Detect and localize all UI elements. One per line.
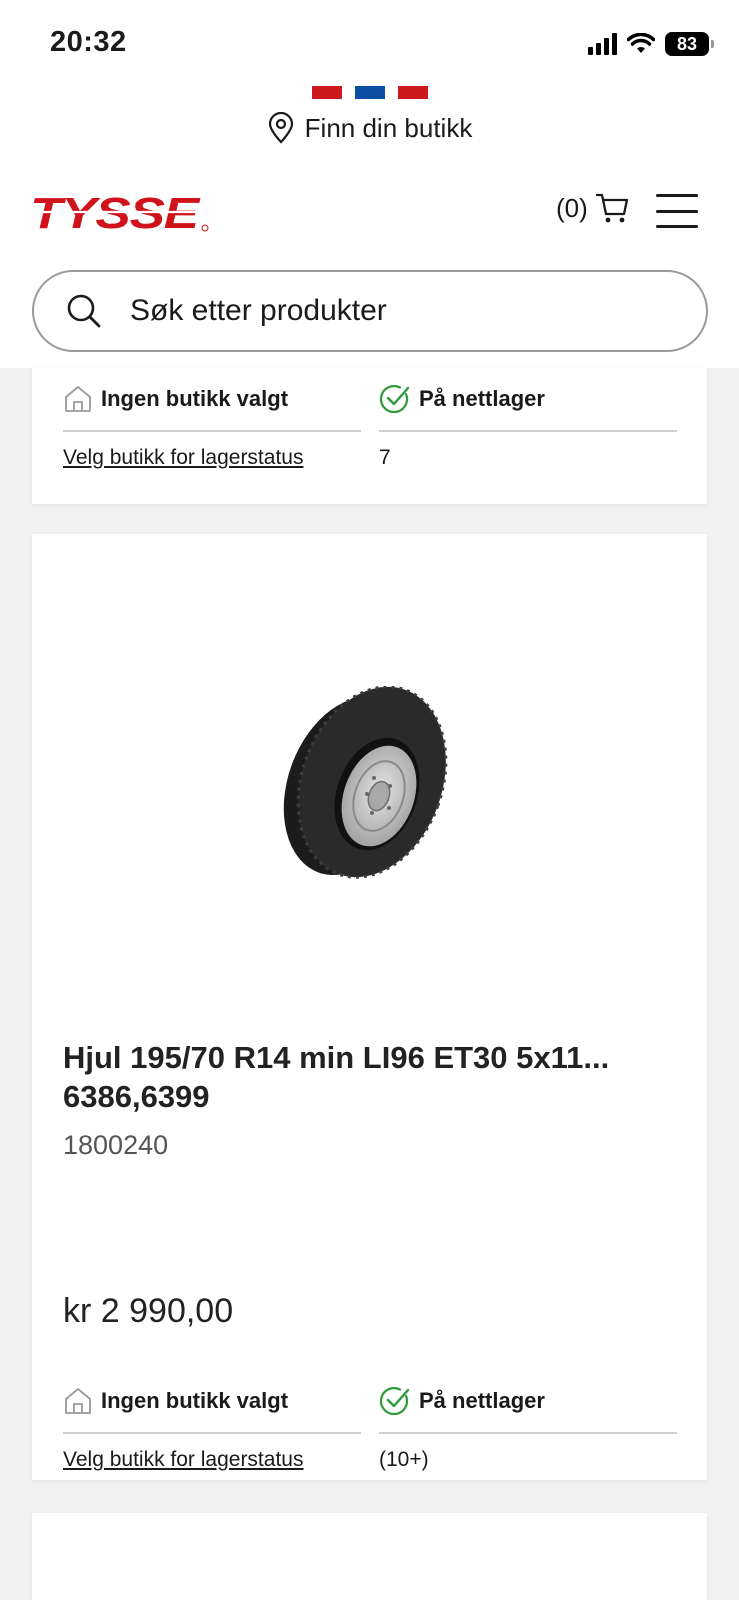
status-icons: 83 <box>588 30 714 58</box>
store-house-icon <box>65 386 91 412</box>
product-sku: 1800240 <box>63 1130 169 1160</box>
stock-info: Ingen butikk valgt Velg butikk for lager… <box>63 1370 677 1486</box>
search-icon <box>67 294 101 328</box>
store-status-text: Ingen butikk valgt <box>101 386 289 411</box>
site-header: Finn din butikk TYSSE (0) Søk etter prod… <box>0 84 739 368</box>
battery-icon: 83 <box>665 32 714 56</box>
search-bar[interactable]: Søk etter produkter <box>32 270 708 352</box>
flag-stripe-red <box>312 86 342 99</box>
choose-store-link[interactable]: Velg butikk for lagerstatus <box>63 1448 303 1472</box>
flag-stripe-red <box>398 86 428 99</box>
status-time: 20:32 <box>50 26 127 58</box>
store-finder-link[interactable]: Finn din butikk <box>0 112 739 144</box>
store-status-text: Ingen butikk valgt <box>101 1388 289 1413</box>
online-status-text: På nettlager <box>419 386 545 411</box>
search-input[interactable]: Søk etter produkter <box>130 294 387 328</box>
check-circle-icon <box>379 1386 410 1416</box>
status-bar: 20:32 83 <box>0 0 739 84</box>
online-stock-qty: 7 <box>379 446 391 469</box>
page: 20:32 83 Finn din butikk TYSSE (0) Søk e… <box>0 0 739 1600</box>
cart-icon <box>595 193 628 223</box>
product-price: kr 2 990,00 <box>63 1292 234 1330</box>
cart-count: (0) <box>556 192 588 223</box>
store-status: Ingen butikk valgt <box>63 1370 361 1434</box>
check-circle-icon <box>379 384 410 414</box>
cart-button[interactable]: (0) <box>556 192 630 224</box>
hamburger-menu-icon[interactable] <box>656 194 698 228</box>
online-stock-qty: (10+) <box>379 1448 429 1471</box>
wifi-icon <box>627 33 655 53</box>
online-status: På nettlager <box>379 1370 677 1434</box>
product-card[interactable]: Hjul 195/70 R14 min LI96 ET30 5x11... 63… <box>32 534 707 1480</box>
flag-stripes <box>312 86 428 99</box>
product-title[interactable]: Hjul 195/70 R14 min LI96 ET30 5x11... 63… <box>63 1038 653 1116</box>
flag-stripe-blue <box>355 86 385 99</box>
location-pin-icon <box>268 112 293 144</box>
signal-icon <box>588 33 617 55</box>
store-status: Ingen butikk valgt <box>63 368 361 432</box>
choose-store-link[interactable]: Velg butikk for lagerstatus <box>63 446 303 470</box>
stock-info: Ingen butikk valgt Velg butikk for lager… <box>63 368 677 484</box>
product-card[interactable]: Ingen butikk valgt Velg butikk for lager… <box>32 368 707 504</box>
product-card[interactable] <box>32 1513 707 1600</box>
store-finder-label: Finn din butikk <box>304 112 473 143</box>
tire-wheel-image[interactable] <box>280 686 450 886</box>
online-status-text: På nettlager <box>419 1388 545 1413</box>
tysse-logo[interactable]: TYSSE <box>30 192 210 234</box>
online-status: På nettlager <box>379 368 677 432</box>
store-house-icon <box>65 1388 91 1414</box>
